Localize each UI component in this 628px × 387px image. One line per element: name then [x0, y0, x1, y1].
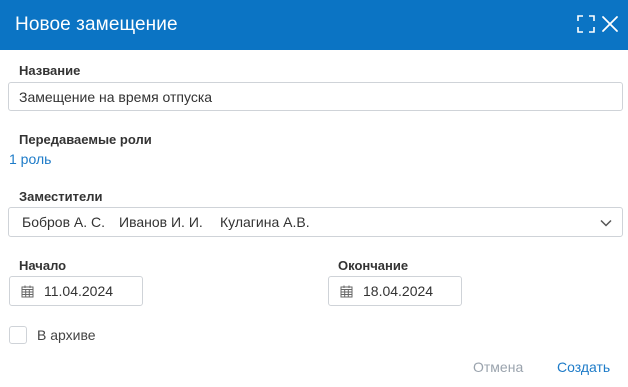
roles-link[interactable]: 1 роль: [9, 151, 51, 167]
deputy-chip: Кулагина А.В.: [220, 214, 310, 230]
cancel-button[interactable]: Отмена: [473, 359, 523, 376]
calendar-icon: [340, 285, 353, 298]
new-substitution-dialog: Новое замещение Название Передав: [0, 0, 628, 387]
start-date-field[interactable]: 11.04.2024: [9, 276, 143, 306]
archive-checkbox[interactable]: [9, 326, 27, 344]
start-label: Начало: [19, 258, 67, 273]
start-date-value: 11.04.2024: [44, 283, 114, 299]
roles-label: Передаваемые роли: [19, 132, 152, 147]
close-icon[interactable]: [600, 14, 620, 34]
chevron-down-icon[interactable]: [599, 216, 613, 230]
name-input[interactable]: [8, 82, 623, 111]
name-label: Название: [19, 63, 81, 78]
dialog-header: Новое замещение: [0, 0, 628, 50]
end-date-field[interactable]: 18.04.2024: [328, 276, 462, 306]
create-button[interactable]: Создать: [557, 359, 610, 376]
deputies-select[interactable]: Бобров А. С. Иванов И. И. Кулагина А.В.: [8, 207, 623, 237]
archive-label: В архиве: [37, 327, 96, 343]
calendar-icon: [21, 285, 34, 298]
dialog-title: Новое замещение: [15, 14, 178, 35]
maximize-icon[interactable]: [576, 14, 596, 34]
deputies-label: Заместители: [19, 189, 103, 204]
deputy-chip: Бобров А. С.: [22, 214, 106, 230]
deputy-chip: Иванов И. И.: [119, 214, 203, 230]
end-label: Окончание: [338, 258, 409, 273]
end-date-value: 18.04.2024: [363, 283, 434, 299]
